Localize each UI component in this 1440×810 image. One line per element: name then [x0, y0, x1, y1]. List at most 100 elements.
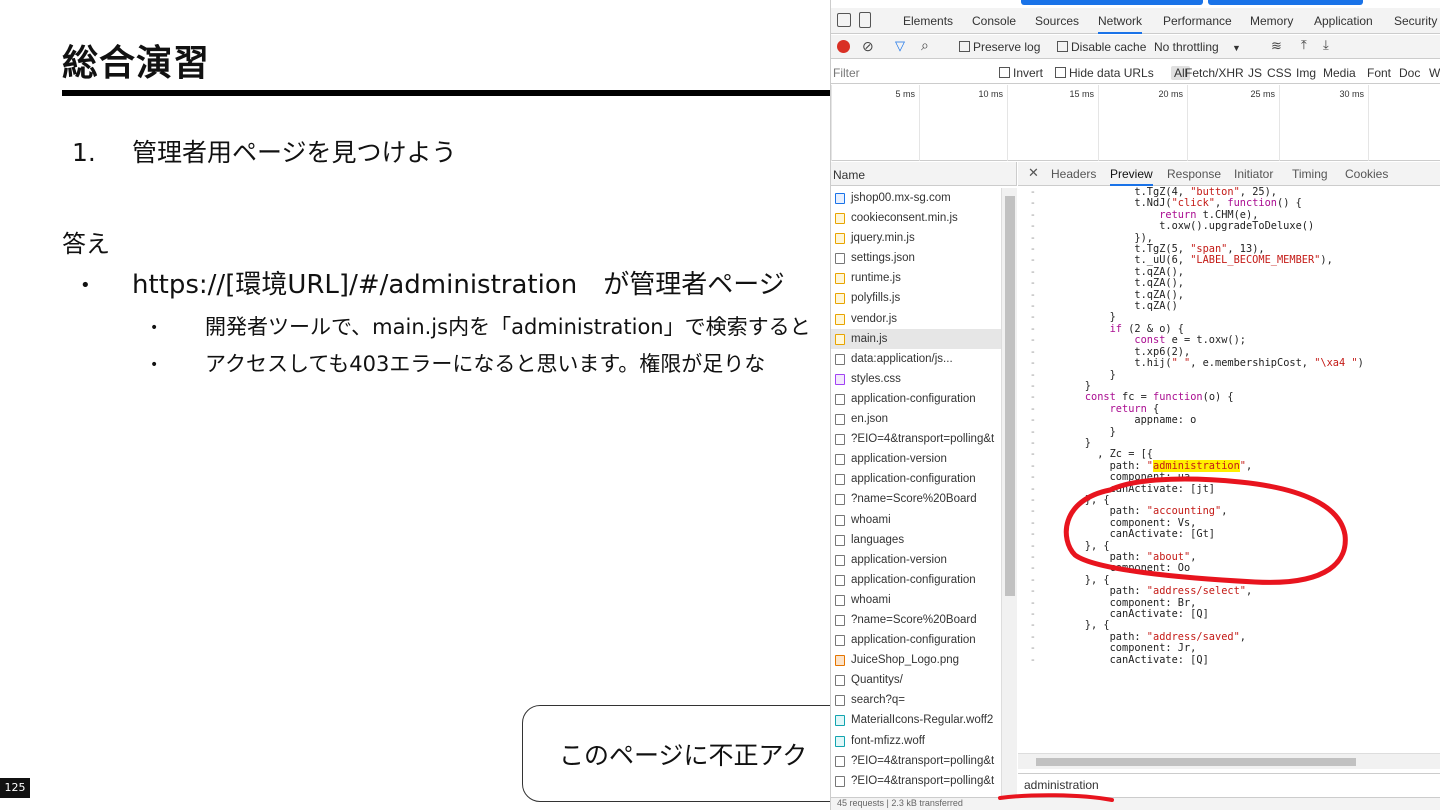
request-row[interactable]: whoami [831, 590, 1001, 610]
request-row[interactable]: ?EIO=4&transport=polling&t [831, 429, 1001, 449]
gutter-mark: - [1029, 334, 1036, 347]
filter-type-ws[interactable]: W [1429, 66, 1440, 80]
clear-icon[interactable]: ⊘ [862, 38, 874, 55]
filter-type-fetch[interactable]: Fetch/XHR [1185, 66, 1244, 80]
request-name: data:application/js... [851, 352, 953, 365]
filter-type-font[interactable]: Font [1367, 66, 1391, 80]
filter-type-js[interactable]: JS [1248, 66, 1262, 80]
filter-type-css[interactable]: CSS [1267, 66, 1292, 80]
request-list: jshop00.mx-sg.com cookieconsent.min.js jqu… [831, 188, 1001, 796]
other-file-icon [835, 393, 845, 405]
filter-type-doc[interactable]: Doc [1399, 66, 1420, 80]
tab-console[interactable]: Console [972, 14, 1016, 28]
request-row[interactable]: main.js [831, 328, 1001, 349]
request-row[interactable]: cookieconsent.min.js [831, 208, 1001, 228]
request-list-scrollbar[interactable] [1001, 188, 1017, 796]
preserve-log-checkbox[interactable]: Preserve log [959, 40, 1040, 54]
record-icon[interactable] [837, 40, 850, 53]
request-name: en.json [851, 413, 889, 426]
scrollbar-thumb[interactable] [1005, 196, 1015, 596]
tab-headers[interactable]: Headers [1051, 167, 1096, 181]
download-icon[interactable]: ⤓ [1323, 37, 1329, 53]
request-row[interactable]: en.json [831, 409, 1001, 429]
request-row[interactable]: jquery.min.js [831, 228, 1001, 248]
other-file-icon [835, 695, 845, 707]
other-file-icon [835, 474, 845, 486]
tab-sources[interactable]: Sources [1035, 14, 1079, 28]
disable-cache-checkbox[interactable]: Disable cache [1057, 40, 1146, 54]
device-toggle-icon[interactable] [859, 12, 871, 28]
bullet-dot: • [150, 320, 159, 336]
request-row[interactable]: JuiceShop_Logo.png [831, 650, 1001, 670]
tab-timing[interactable]: Timing [1292, 167, 1328, 181]
top-button[interactable] [1208, 0, 1363, 5]
request-row[interactable]: application-configuration [831, 570, 1001, 590]
search-input[interactable]: administration [1018, 773, 1440, 795]
request-row[interactable]: Quantitys/ [831, 670, 1001, 690]
close-icon[interactable]: ✕ [1028, 165, 1039, 181]
invert-checkbox[interactable]: Invert [999, 66, 1043, 80]
request-row[interactable]: styles.css [831, 369, 1001, 389]
code-line: component: Jr, [1060, 642, 1197, 655]
tab-memory[interactable]: Memory [1250, 14, 1293, 28]
request-row[interactable]: settings.json [831, 248, 1001, 268]
request-name: ?EIO=4&transport=polling&t [851, 433, 995, 446]
request-row[interactable]: whoami [831, 510, 1001, 530]
request-row[interactable]: application-configuration [831, 630, 1001, 650]
request-row[interactable]: application-configuration [831, 389, 1001, 409]
gutter-mark: - [1029, 653, 1036, 666]
gutter-mark: - [1029, 357, 1036, 370]
request-row[interactable]: data:application/js... [831, 349, 1001, 369]
title-divider [62, 90, 862, 96]
request-row[interactable]: ?name=Score%20Board [831, 489, 1001, 509]
request-row[interactable]: languages [831, 530, 1001, 550]
code-horizontal-scrollbar[interactable] [1018, 753, 1440, 769]
tab-elements[interactable]: Elements [903, 14, 953, 28]
hide-data-urls-checkbox[interactable]: Hide data URLs [1055, 66, 1154, 80]
tab-cookies[interactable]: Cookies [1345, 167, 1388, 181]
filter-input[interactable]: Filter [833, 66, 860, 80]
request-row[interactable]: ?name=Score%20Board [831, 610, 1001, 630]
code-line: canActivate: [Q] [1060, 653, 1209, 666]
scrollbar-thumb[interactable] [1036, 758, 1356, 766]
name-column-header[interactable]: Name [831, 162, 1017, 186]
throttling-select[interactable]: No throttling ▼ [1154, 40, 1241, 54]
request-row[interactable]: MaterialIcons-Regular.woff2 [831, 710, 1001, 730]
tab-response[interactable]: Response [1167, 167, 1221, 181]
request-row[interactable]: search?q= [831, 690, 1001, 710]
request-row[interactable]: jshop00.mx-sg.com [831, 188, 1001, 208]
checkbox-icon [999, 67, 1010, 78]
inspect-icon[interactable] [837, 13, 851, 27]
request-row[interactable]: vendor.js [831, 309, 1001, 329]
top-button[interactable] [1021, 0, 1203, 5]
request-row[interactable]: application-version [831, 449, 1001, 469]
tab-application[interactable]: Application [1314, 14, 1373, 28]
filter-icon[interactable]: ▽ [895, 38, 905, 54]
filter-type-media[interactable]: Media [1323, 66, 1356, 80]
tab-initiator[interactable]: Initiator [1234, 167, 1273, 181]
search-icon[interactable]: ⌕ [921, 37, 929, 54]
request-row[interactable]: runtime.js [831, 268, 1001, 288]
doc-file-icon [835, 193, 845, 204]
tab-performance[interactable]: Performance [1163, 14, 1232, 28]
tab-security[interactable]: Security [1394, 14, 1437, 28]
request-row[interactable]: application-version [831, 550, 1001, 570]
filter-type-img[interactable]: Img [1296, 66, 1316, 80]
request-row[interactable]: polyfills.js [831, 288, 1001, 308]
wifi-icon[interactable]: ≋ [1271, 38, 1282, 54]
gutter-mark: - [1029, 585, 1036, 598]
upload-icon[interactable]: ⤒ [1301, 37, 1307, 53]
request-row[interactable]: ?EIO=4&transport=polling&t [831, 751, 1001, 771]
font-file-icon [835, 735, 845, 747]
request-row[interactable]: ?EIO=4&transport=polling&t [831, 771, 1001, 791]
other-file-icon [835, 414, 845, 426]
request-name: ?EIO=4&transport=polling&t [851, 754, 995, 767]
request-name: ?EIO=4&transport=polling&t [851, 774, 995, 787]
sub-bullet-text: アクセスしても403エラーになると思います。権限が足りな [205, 352, 766, 376]
request-row[interactable]: application-configuration [831, 469, 1001, 489]
tab-preview[interactable]: Preview [1110, 167, 1153, 186]
request-row[interactable]: font-mfizz.woff [831, 731, 1001, 751]
tab-network[interactable]: Network [1098, 14, 1143, 34]
other-file-icon [835, 353, 845, 365]
preserve-log-label: Preserve log [973, 40, 1041, 54]
